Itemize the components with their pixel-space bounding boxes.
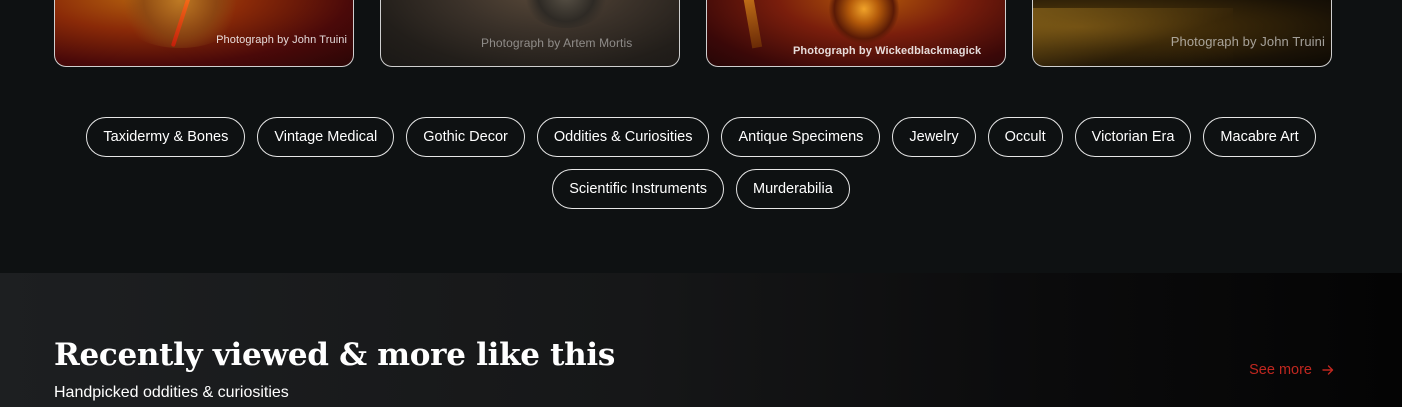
photo-card[interactable]: Photograph by John Truini	[1032, 0, 1332, 67]
tag-oddities-curiosities[interactable]: Oddities & Curiosities	[536, 117, 710, 157]
tag-occult[interactable]: Occult	[987, 117, 1063, 157]
tag-victorian-era[interactable]: Victorian Era	[1074, 117, 1192, 157]
photo-card[interactable]: Photograph by Wickedblackmagick	[706, 0, 1006, 67]
photo-credit: Photograph by John Truini	[1170, 34, 1325, 49]
see-more-link[interactable]: See more	[1249, 362, 1334, 378]
recently-viewed-section: Recently viewed & more like this Handpic…	[0, 273, 1402, 407]
category-tag-list: Taxidermy & Bones Vintage Medical Gothic…	[0, 117, 1402, 209]
card-image	[829, 0, 899, 44]
card-image	[521, 0, 611, 28]
see-more-label: See more	[1249, 362, 1312, 378]
tag-antique-specimens[interactable]: Antique Specimens	[721, 117, 881, 157]
section-title: Recently viewed & more like this	[54, 337, 616, 373]
page: Photograph by John Truini Photograph by …	[0, 0, 1402, 407]
tag-vintage-medical[interactable]: Vintage Medical	[257, 117, 395, 157]
card-image-detail	[741, 0, 763, 49]
section-subtitle: Handpicked oddities & curiosities	[54, 384, 289, 401]
tag-gothic-decor[interactable]: Gothic Decor	[406, 117, 525, 157]
photo-card[interactable]: Photograph by Artem Mortis	[380, 0, 680, 67]
tag-taxidermy-bones[interactable]: Taxidermy & Bones	[86, 117, 246, 157]
tag-macabre-art[interactable]: Macabre Art	[1203, 117, 1316, 157]
arrow-right-icon	[1322, 364, 1334, 376]
photo-credit: Photograph by Artem Mortis	[481, 36, 633, 50]
photo-card-row: Photograph by John Truini Photograph by …	[54, 0, 1334, 69]
tag-jewelry[interactable]: Jewelry	[892, 117, 976, 157]
photo-card[interactable]: Photograph by John Truini	[54, 0, 354, 67]
tag-murderabilia[interactable]: Murderabilia	[736, 169, 850, 209]
photo-credit: Photograph by John Truini	[216, 34, 347, 46]
photo-credit: Photograph by Wickedblackmagick	[793, 45, 982, 57]
tag-scientific-instruments[interactable]: Scientific Instruments	[552, 169, 724, 209]
